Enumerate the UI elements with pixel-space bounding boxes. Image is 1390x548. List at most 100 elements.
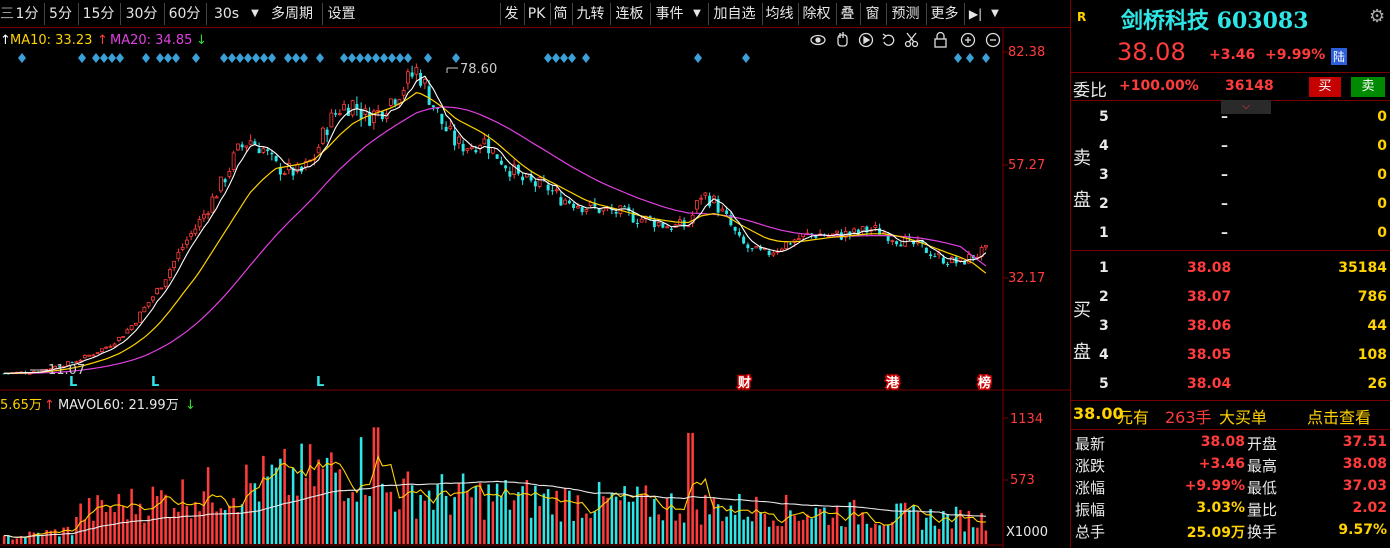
candle-body [796, 238, 801, 240]
kline-chart[interactable]: ↑ MA10: 33.23 ↑ MA20: 34.85 ↓ 82.38 57.2… [0, 28, 1070, 548]
tab-5min[interactable]: 5分 [44, 3, 76, 25]
candle-body [78, 359, 83, 362]
gear-icon[interactable]: ⚙ [1369, 6, 1385, 27]
candle-body [665, 226, 670, 229]
marker-hk[interactable]: 港 [885, 374, 902, 393]
add-watchlist-button[interactable]: 加自选 [708, 3, 760, 25]
ma-button[interactable]: 均线 [762, 3, 796, 25]
simplify-button[interactable]: 简 [550, 3, 570, 25]
overlay-button[interactable]: 叠 [836, 3, 858, 25]
market-tag: 陆 [1331, 48, 1348, 65]
nine-turn-button[interactable]: 九转 [572, 3, 608, 25]
candle-body [427, 86, 431, 105]
pk-button[interactable]: PK [524, 3, 548, 25]
sell-level-1[interactable]: 1 – 0 [1071, 220, 1390, 249]
candle-body [91, 354, 96, 357]
settings-button[interactable]: 设置 [322, 3, 360, 25]
tab-1min[interactable]: 1分 [12, 3, 42, 25]
candle-body [240, 144, 244, 148]
book-level: 3 [1099, 318, 1109, 334]
buy-button[interactable]: 买 [1309, 77, 1341, 97]
tab-15min[interactable]: 15分 [78, 3, 118, 25]
signal-diamond [244, 53, 252, 63]
big-order-link[interactable]: 点击查看 [1307, 404, 1371, 428]
book-price: – [1221, 109, 1228, 125]
window-button[interactable]: 窗 [860, 3, 884, 25]
book-level: 2 [1099, 289, 1109, 305]
chevron-down-icon[interactable]: ▼ [248, 3, 262, 25]
stock-name-code[interactable]: 剑桥科技 603083 [1121, 3, 1309, 35]
marker-finance[interactable]: 财 [737, 374, 753, 393]
big-order-label: 大买单 [1219, 408, 1268, 427]
weibi-label: 委比 [1073, 81, 1107, 101]
ex-rights-button[interactable]: 除权 [798, 3, 834, 25]
undo-icon[interactable] [882, 33, 895, 46]
hand-icon[interactable] [837, 32, 848, 47]
lock-icon[interactable] [934, 31, 947, 48]
events-button[interactable]: 事件 [650, 3, 688, 25]
more-button[interactable]: 更多 [926, 3, 962, 25]
quote-row-2: 涨跌 +3.46 最高 38.08 [1071, 453, 1390, 475]
buy-level-5[interactable]: 5 38.04 26 [1071, 371, 1390, 400]
big-order-banner[interactable]: 38.00 元有 263手 大买单 点击查看 [1071, 401, 1390, 428]
sell-level-3[interactable]: 3 – 0 [1071, 162, 1390, 191]
marker-list[interactable]: 榜 [977, 374, 993, 393]
signal-diamond [396, 53, 404, 63]
volume-axis: 1134 573 X1000 [1003, 412, 1048, 540]
limit-board-button[interactable]: 连板 [610, 3, 648, 25]
price-change: +3.46 [1209, 47, 1256, 63]
candle-body [860, 226, 865, 232]
eye-icon[interactable] [810, 34, 826, 46]
buy-level-4[interactable]: 4 38.05 108 [1071, 342, 1390, 371]
marker-l-2[interactable]: L [151, 375, 159, 390]
chevron-down-icon[interactable]: ▼ [690, 3, 704, 25]
multi-period-button[interactable]: 多周期 [264, 3, 320, 25]
sell-button[interactable]: 卖 [1351, 77, 1385, 97]
candle-body [163, 279, 168, 287]
candle-body [746, 244, 750, 249]
quote-label: 涨幅 [1075, 479, 1106, 497]
tab-30min[interactable]: 30分 [120, 3, 162, 25]
quote-value: 37.03 [1342, 478, 1387, 494]
buy-level-3[interactable]: 3 38.06 44 [1071, 313, 1390, 342]
marker-l-1[interactable]: L [69, 375, 77, 390]
play-icon[interactable] [858, 32, 874, 48]
chevron-down-icon[interactable]: ▼ [988, 3, 1002, 25]
price-axis: 82.38 57.27 32.17 [1003, 45, 1045, 286]
chart-tools[interactable] [810, 31, 1001, 48]
publish-button[interactable]: 发 [500, 3, 522, 25]
zoom-in-icon[interactable] [960, 32, 976, 48]
candle-body [146, 302, 151, 307]
candle-body [737, 231, 741, 236]
candle-body [422, 78, 427, 84]
marker-l-3[interactable]: L [316, 375, 324, 390]
candle-body [699, 197, 704, 200]
book-level: 4 [1099, 138, 1109, 154]
candle-body [116, 336, 121, 341]
collapse-right-icon[interactable]: ▶| [964, 3, 986, 25]
kline-svg[interactable]: ↑ MA10: 33.23 ↑ MA20: 34.85 ↓ 82.38 57.2… [0, 28, 1070, 548]
buy-level-2[interactable]: 2 38.07 786 [1071, 284, 1390, 313]
buy-level-1[interactable]: 1 38.08 35184 [1071, 255, 1390, 284]
candle-body [563, 199, 568, 205]
candle-body [150, 296, 155, 301]
signal-diamond [348, 53, 356, 63]
zoom-out-icon[interactable] [985, 32, 1001, 48]
signal-diamond [560, 53, 568, 63]
candle-body [244, 145, 249, 148]
signal-diamond [954, 53, 962, 63]
candle-body [933, 256, 937, 258]
sell-level-2[interactable]: 2 – 0 [1071, 191, 1390, 220]
signal-diamond [372, 53, 380, 63]
quote-value: 38.08 [1200, 434, 1245, 450]
scissors-icon[interactable] [904, 32, 919, 48]
forecast-button[interactable]: 预测 [886, 3, 924, 25]
tab-60min[interactable]: 60分 [164, 3, 204, 25]
book-volume: 26 [1367, 376, 1387, 392]
candle-body [214, 196, 219, 199]
sell-level-5[interactable]: 5 – 0 [1071, 104, 1390, 133]
tab-30s[interactable]: 30s [206, 3, 246, 25]
quote-label: 最新 [1075, 435, 1106, 453]
sell-level-4[interactable]: 4 – 0 [1071, 133, 1390, 162]
candle-body [754, 246, 759, 249]
